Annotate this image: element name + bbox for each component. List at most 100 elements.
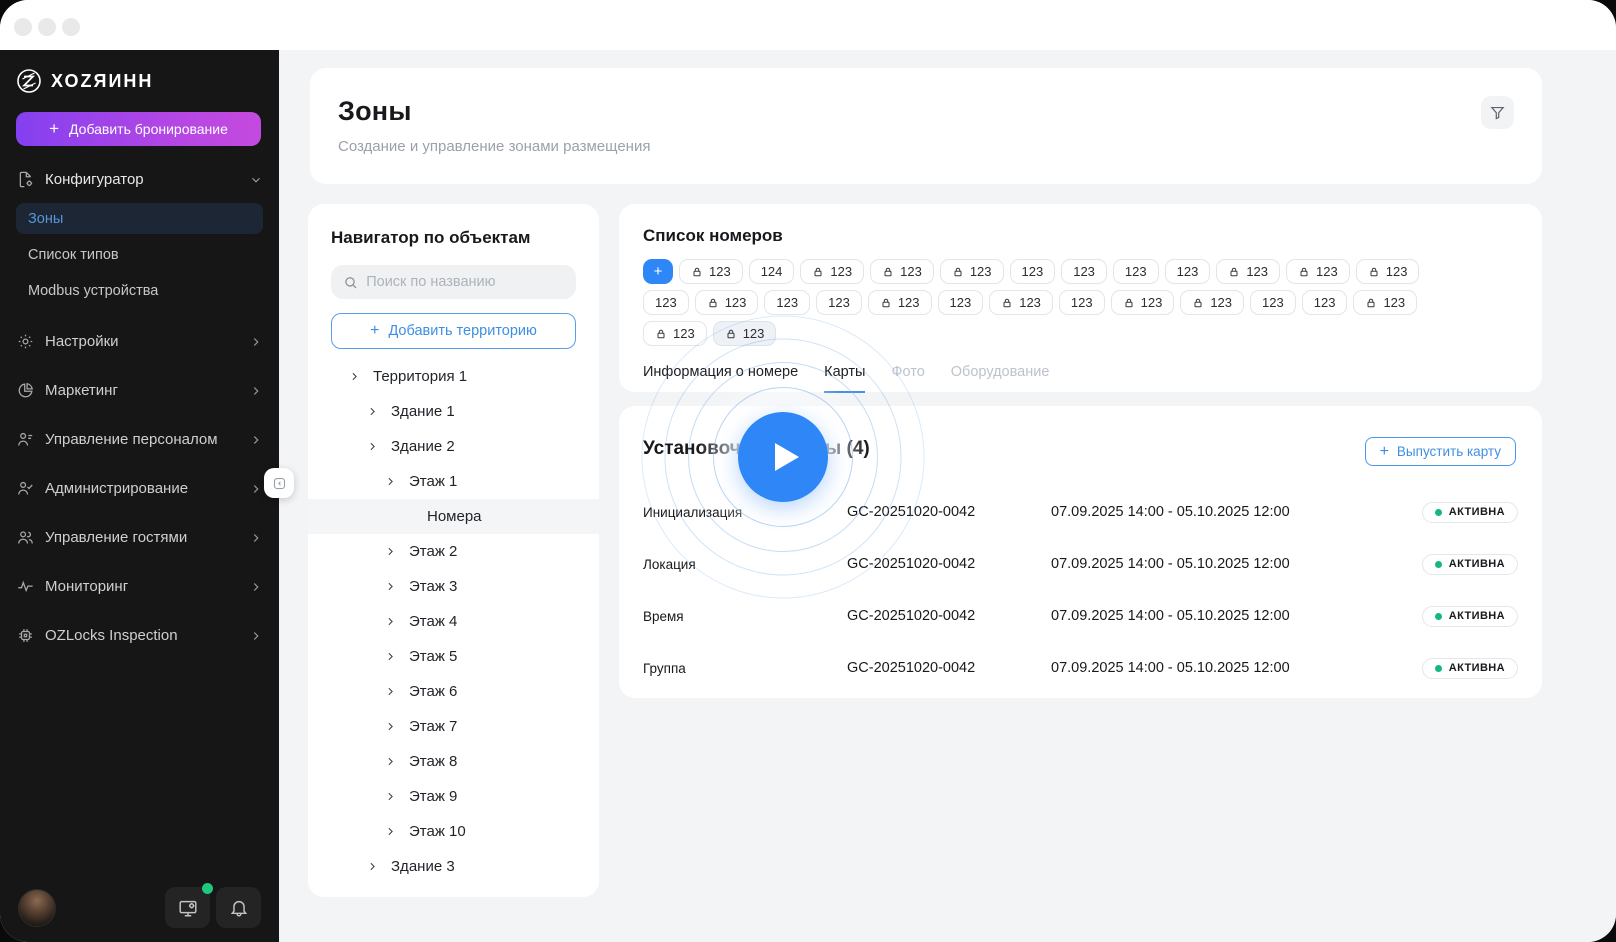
chevron-right-icon [388,582,393,591]
add-territory-button[interactable]: + Добавить территорию [331,313,576,349]
window-minimize-icon[interactable] [38,18,56,36]
room-chip-123[interactable]: 123 [764,290,811,315]
status-badge: АКТИВНА [1421,657,1518,679]
room-chip-label: 123 [673,326,695,341]
sidebar-item-label: Управление гостями [45,529,188,546]
sidebar-item-Управление гостями[interactable]: Управление гостями [0,513,279,562]
user-avatar[interactable] [18,888,56,927]
add-room-chip[interactable]: + [643,259,673,284]
app-logo: ХОZЯИНН [0,50,279,98]
notifications-button[interactable] [216,887,261,928]
room-chip-123[interactable]: 123 [1301,290,1348,315]
sidebar: ХОZЯИНН + Добавить бронирование Конфигур… [0,50,279,942]
sidebar-subitem-Список типов[interactable]: Список типов [16,239,263,270]
tree-item-Здание 3[interactable]: Здание 3 [308,849,599,884]
tree-item-label: Этаж 9 [409,788,458,805]
room-chip-label: 123 [1383,295,1406,310]
room-chip-123[interactable]: 123 [643,290,689,315]
search-input[interactable] [366,274,564,290]
room-chip-123[interactable]: 123 [1286,259,1350,284]
table-row[interactable]: Локация GC-20251020-0042 07.09.2025 14:00 … [643,538,1518,590]
sidebar-item-Мониторинг[interactable]: Мониторинг [0,562,279,611]
play-button[interactable] [738,412,828,502]
filter-button[interactable] [1481,96,1514,129]
sidebar-item-label: Маркетинг [45,382,118,399]
room-chip-123[interactable]: 123 [679,259,743,284]
tree-item-Этаж 1[interactable]: Этаж 1 [308,464,599,499]
room-chip-label: 123 [724,295,747,310]
tree-item-Этаж 10[interactable]: Этаж 10 [308,814,599,849]
room-chip-label: 123 [1210,295,1233,310]
room-chip-123[interactable]: 123 [800,259,865,284]
tab-Оборудование[interactable]: Оборудование [951,364,1050,393]
tab-Фото[interactable]: Фото [891,364,924,393]
room-chip-123[interactable]: 123 [867,290,932,315]
sidebar-item-Администрирование[interactable]: Администрирование [0,464,279,513]
room-chip-123[interactable]: 123 [712,321,777,346]
tree-item-Этаж 5[interactable]: Этаж 5 [308,639,599,674]
card-code: GC-20251020-0042 [847,660,976,676]
issue-card-button[interactable]: + Выпустить карту [1364,437,1516,466]
room-chip-123[interactable]: 123 [1058,290,1105,315]
plus-icon: + [1379,442,1389,460]
device-settings-button[interactable] [165,883,213,928]
sidebar-subitem-Зоны[interactable]: Зоны [16,203,263,234]
sidebar-item-Настройки[interactable]: Настройки [0,317,279,366]
room-chip-123[interactable]: 123 [643,321,707,346]
lock-icon [1370,267,1378,276]
room-chip-123[interactable]: 123 [939,259,1004,284]
add-booking-button[interactable]: + Добавить бронирование [16,112,261,146]
room-chip-123[interactable]: 123 [816,290,862,315]
room-chip-123[interactable]: 123 [870,259,934,284]
room-chip-123[interactable]: 123 [1009,259,1056,284]
tree-item-Номера[interactable]: Номера [308,499,599,534]
pulse-icon [18,580,33,593]
tree-item-Этаж 7[interactable]: Этаж 7 [308,709,599,744]
sidebar-item-OZLocks Inspection[interactable]: OZLocks Inspection [0,611,279,660]
tree-item-Этаж 6[interactable]: Этаж 6 [308,674,599,709]
sidebar-collapse-button[interactable] [264,468,294,498]
tree-item-Этаж 8[interactable]: Этаж 8 [308,744,599,779]
page-header-card: Зоны Создание и управление зонами размещ… [310,68,1542,184]
chevron-right-icon [253,337,259,346]
room-chip-123[interactable]: 123 [1061,259,1107,284]
room-chip-label: 124 [760,264,783,279]
tab-Информация о номере[interactable]: Информация о номере [643,364,798,393]
sidebar-subitem-Modbus устройства[interactable]: Modbus устройства [16,275,263,306]
tree-item-Этаж 2[interactable]: Этаж 2 [308,534,599,569]
room-chip-123[interactable]: 123 [1164,259,1211,284]
lock-icon [1125,298,1133,307]
table-row[interactable]: Группа GC-20251020-0042 07.09.2025 14:00 -… [643,642,1518,694]
tree-item-Этаж 3[interactable]: Этаж 3 [308,569,599,604]
room-chip-123[interactable]: 123 [1180,290,1245,315]
room-chip-123[interactable]: 123 [1250,290,1296,315]
room-chip-123[interactable]: 123 [1353,290,1418,315]
room-chip-123[interactable]: 123 [1110,290,1175,315]
table-row[interactable]: Время GC-20251020-0042 07.09.2025 14:00 - … [643,590,1518,642]
room-chip-123[interactable]: 123 [1216,259,1281,284]
window-maximize-icon[interactable] [62,18,80,36]
sidebar-item-Маркетинг[interactable]: Маркетинг [0,366,279,415]
room-chip-124[interactable]: 124 [748,259,795,284]
room-chip-label: 123 [655,295,677,310]
room-chip-123[interactable]: 123 [1112,259,1159,284]
tree-item-Этаж 4[interactable]: Этаж 4 [308,604,599,639]
tree-item-Здание 2[interactable]: Здание 2 [308,429,599,464]
tree-item-Территория 1[interactable]: Территория 1 [308,359,599,394]
tree-item-label: Этаж 3 [409,578,458,595]
status-badge: АКТИВНА [1421,605,1518,627]
tree-item-label: Этаж 8 [409,753,458,770]
sidebar-item-configurator[interactable]: Конфигуратор [0,156,279,203]
lock-icon [709,298,717,307]
room-chip-123[interactable]: 123 [989,290,1053,315]
room-chip-123[interactable]: 123 [1355,259,1420,284]
tab-Карты[interactable]: Карты [824,364,866,393]
room-chip-123[interactable]: 123 [694,290,759,315]
chip-icon [19,629,32,642]
tree-item-Этаж 9[interactable]: Этаж 9 [308,779,599,814]
tree-item-Здание 1[interactable]: Здание 1 [308,394,599,429]
window-close-icon[interactable] [14,18,32,36]
room-chip-123[interactable]: 123 [937,290,984,315]
chevron-right-icon [370,407,375,416]
sidebar-item-Управление персоналом[interactable]: Управление персоналом [0,415,279,464]
